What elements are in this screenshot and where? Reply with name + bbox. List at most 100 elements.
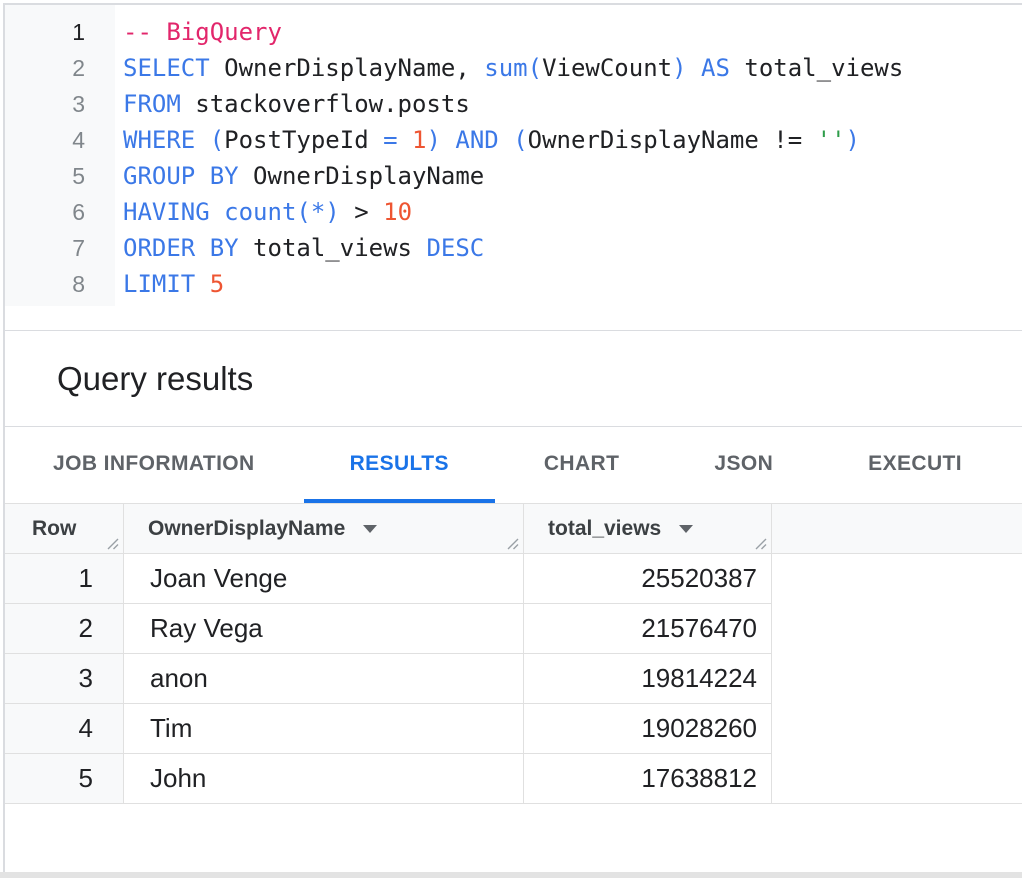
row-number-cell: 5 <box>5 754 124 804</box>
sql-token-kw: LIMIT <box>123 270 195 298</box>
tab-executi[interactable]: EXECUTI <box>822 428 1008 503</box>
owner-display-name-cell: Joan Venge <box>124 554 524 604</box>
total-views-cell: 25520387 <box>524 554 772 604</box>
tab-results[interactable]: RESULTS <box>304 428 495 503</box>
sql-token-num: 5 <box>210 270 224 298</box>
bottom-scrollbar-track[interactable] <box>0 872 1022 878</box>
column-header-label: total_views <box>548 517 661 541</box>
code-line-8: LIMIT 5 <box>123 266 903 302</box>
tab-label-json: JSON <box>714 452 773 476</box>
column-resize-handle[interactable] <box>753 536 768 551</box>
query-results-header: Query results <box>5 331 1022 427</box>
line-number-2: 2 <box>5 50 85 86</box>
row-number-cell: 3 <box>5 654 124 704</box>
sort-dropdown-icon[interactable] <box>679 525 693 533</box>
sql-token-kw: sum <box>484 54 527 82</box>
column-header-label: Row <box>32 517 76 541</box>
sql-token-kw: (*) <box>296 198 339 226</box>
column-header-total-views[interactable]: total_views <box>524 504 772 554</box>
sql-token-id: total_views <box>730 54 903 82</box>
sql-token-id: > <box>340 198 383 226</box>
code-line-5: GROUP BY OwnerDisplayName <box>123 158 903 194</box>
tab-job-information[interactable]: JOB INFORMATION <box>7 428 301 503</box>
sql-token-kw: ( <box>513 126 527 154</box>
row-number-cell: 2 <box>5 604 124 654</box>
sql-token-kw: AND <box>455 126 498 154</box>
total-views-cell: 19028260 <box>524 704 772 754</box>
column-resize-handle[interactable] <box>505 536 520 551</box>
sql-token-kw: GROUP BY <box>123 162 239 190</box>
sql-token-kw: ) <box>846 126 860 154</box>
sql-token-id: OwnerDisplayName != <box>528 126 817 154</box>
line-number-6: 6 <box>5 194 85 230</box>
code-line-2: SELECT OwnerDisplayName, sum(ViewCount) … <box>123 50 903 86</box>
sql-token-kw: DESC <box>426 234 484 262</box>
column-resize-handle[interactable] <box>105 536 120 551</box>
owner-display-name-cell: Tim <box>124 704 524 754</box>
column-header-label: OwnerDisplayName <box>148 517 345 541</box>
code-line-6: HAVING count(*) > 10 <box>123 194 903 230</box>
column-header-ownerdisplayname[interactable]: OwnerDisplayName <box>124 504 524 554</box>
line-number-7: 7 <box>5 230 85 266</box>
code-line-3: FROM stackoverflow.posts <box>123 86 903 122</box>
owner-display-name-cell: Ray Vega <box>124 604 524 654</box>
sql-token-str: '' <box>817 126 846 154</box>
line-number-5: 5 <box>5 158 85 194</box>
sql-token-kw: ( <box>210 126 224 154</box>
total-views-cell: 19814224 <box>524 654 772 704</box>
sql-token-id: PostTypeId <box>224 126 383 154</box>
tab-json[interactable]: JSON <box>668 428 819 503</box>
column-header-row: Row <box>5 504 124 554</box>
owner-display-name-cell: anon <box>124 654 524 704</box>
sql-token-kw: AS <box>701 54 730 82</box>
table-filler-area <box>771 554 1022 804</box>
owner-display-name-cell: John <box>124 754 524 804</box>
row-number-cell: 1 <box>5 554 124 604</box>
sql-editor[interactable]: 12345678 -- BigQuerySELECT OwnerDisplayN… <box>5 5 1022 331</box>
sql-token-id: ViewCount <box>542 54 672 82</box>
total-views-cell: 21576470 <box>524 604 772 654</box>
column-header-filler <box>772 504 1022 554</box>
sql-token-id <box>195 126 209 154</box>
sql-token-kw: count <box>224 198 296 226</box>
sql-token-id <box>687 54 701 82</box>
tab-label-executi: EXECUTI <box>868 452 962 476</box>
tab-chart[interactable]: CHART <box>498 428 666 503</box>
sql-token-num: 10 <box>383 198 412 226</box>
sort-dropdown-icon[interactable] <box>363 525 377 533</box>
sql-token-comment: -- BigQuery <box>123 18 282 46</box>
line-number-3: 3 <box>5 86 85 122</box>
line-number-4: 4 <box>5 122 85 158</box>
query-results-title: Query results <box>57 360 253 398</box>
sql-token-id <box>210 198 224 226</box>
code-line-4: WHERE (PostTypeId = 1) AND (OwnerDisplay… <box>123 122 903 158</box>
tab-label-chart: CHART <box>544 452 620 476</box>
sql-token-id <box>398 126 412 154</box>
row-number-cell: 4 <box>5 704 124 754</box>
line-number-1: 1 <box>5 14 85 50</box>
sql-token-id: stackoverflow.posts <box>181 90 470 118</box>
sql-token-kw: ) <box>426 126 440 154</box>
editor-gutter: 12345678 <box>5 5 115 306</box>
sql-token-id: total_views <box>239 234 427 262</box>
sql-token-id: OwnerDisplayName <box>239 162 485 190</box>
editor-code: -- BigQuerySELECT OwnerDisplayName, sum(… <box>115 5 903 302</box>
results-tabs: JOB INFORMATION RESULTS CHART JSON EXECUTI <box>5 428 1022 503</box>
sql-token-num: 1 <box>412 126 426 154</box>
total-views-cell: 17638812 <box>524 754 772 804</box>
sql-token-kw: ) <box>672 54 686 82</box>
code-line-1: -- BigQuery <box>123 14 903 50</box>
bigquery-results-panel: 12345678 -- BigQuerySELECT OwnerDisplayN… <box>0 0 1022 878</box>
code-line-7: ORDER BY total_views DESC <box>123 230 903 266</box>
tab-label-job-information: JOB INFORMATION <box>53 452 255 476</box>
sql-token-kw: HAVING <box>123 198 210 226</box>
sql-token-kw: SELECT <box>123 54 210 82</box>
sql-token-kw: ORDER BY <box>123 234 239 262</box>
line-number-8: 8 <box>5 266 85 302</box>
results-table: Row OwnerDisplayName total_views 1Joan Veng… <box>5 503 1022 804</box>
sql-token-kw: ( <box>528 54 542 82</box>
sql-token-kw: = <box>383 126 397 154</box>
sql-token-kw: WHERE <box>123 126 195 154</box>
sql-token-id <box>195 270 209 298</box>
sql-token-id: OwnerDisplayName, <box>210 54 485 82</box>
